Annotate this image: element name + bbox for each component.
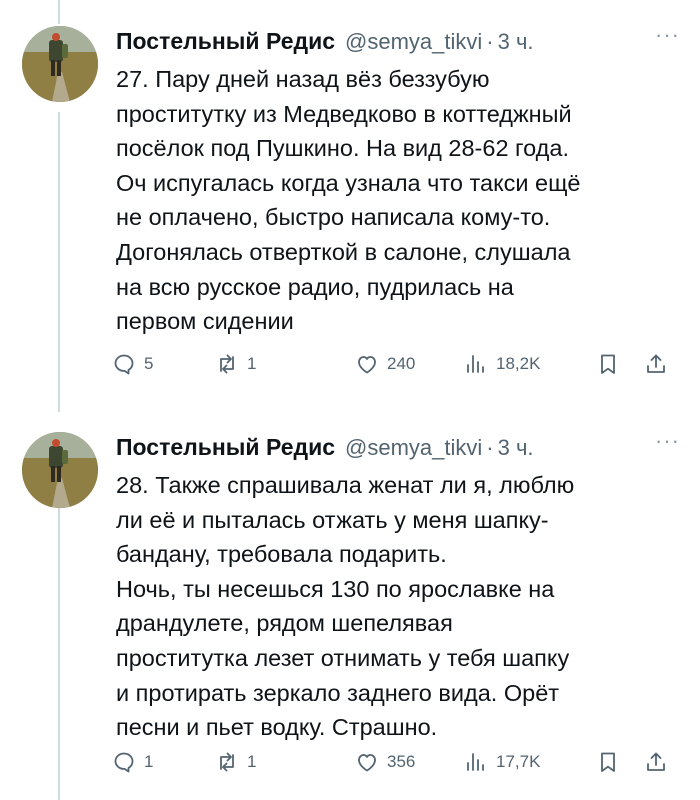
reply-icon xyxy=(114,354,134,375)
text-line: драндулете, рядом шепелявая xyxy=(116,610,453,637)
avatar[interactable] xyxy=(22,432,98,508)
bookmark-icon xyxy=(601,752,615,772)
timestamp[interactable]: 3 ч. xyxy=(498,435,534,461)
tweet-text: 27. Пару дней назад вёз беззубую простит… xyxy=(116,62,682,339)
views-count: 18,2K xyxy=(496,354,541,373)
retweet-button[interactable]: 1 xyxy=(215,745,256,779)
retweet-icon xyxy=(220,752,234,772)
author-handle[interactable]: @semya_tikvi xyxy=(345,29,482,55)
like-count: 356 xyxy=(387,752,416,771)
tweet-text: 28. Также спрашивала женат ли я, люблю л… xyxy=(116,468,682,745)
text-line: не оплачено, быстро написала кому-то. xyxy=(116,204,551,231)
tweet-header: Постельный Редис @semya_tikvi · 3 ч. xyxy=(116,434,676,464)
text-line: проститутка лезет отнимать у тебя шапку xyxy=(116,644,570,671)
text-line: Оч испугалась когда узнала что такси ещё xyxy=(116,169,581,196)
text-line: бандану, требовала подарить. xyxy=(116,541,447,568)
views-button[interactable]: 18,2K xyxy=(464,347,540,381)
like-count: 240 xyxy=(387,354,416,373)
retweet-button[interactable]: 1 xyxy=(215,347,256,381)
reply-count: 1 xyxy=(144,752,154,771)
reply-button[interactable]: 1 xyxy=(112,745,153,779)
timestamp[interactable]: 3 ч. xyxy=(498,29,534,55)
views-count: 17,7K xyxy=(496,752,541,771)
header-separator: · xyxy=(486,435,494,460)
text-line: на всю русское радио, пудрилась на xyxy=(116,273,514,300)
retweet-icon xyxy=(220,354,234,374)
text-line: 27. Пару дней назад вёз беззубую xyxy=(116,66,490,92)
like-button[interactable]: 240 xyxy=(355,347,415,381)
bookmark-button[interactable] xyxy=(596,347,620,381)
retweet-count: 1 xyxy=(247,752,257,771)
reply-count: 5 xyxy=(144,354,154,373)
text-line: песни и пьет водку. Страшно. xyxy=(116,714,438,741)
action-bar: 1 1 356 17,7K xyxy=(112,745,682,779)
text-line: посёлок под Пушкино. На вид 28-62 года. xyxy=(116,135,569,162)
share-icon xyxy=(647,752,665,771)
thread-line-bottom xyxy=(58,502,60,800)
text-line: и протирать зеркало заднего вида. Орёт xyxy=(116,679,560,706)
reply-icon xyxy=(114,752,134,773)
share-button[interactable] xyxy=(644,745,668,779)
more-options-icon[interactable]: ··· xyxy=(655,22,680,48)
author-name[interactable]: Постельный Редис xyxy=(116,434,335,461)
author-handle[interactable]: @semya_tikvi xyxy=(345,435,482,461)
views-icon xyxy=(467,355,484,373)
thread-line-middle xyxy=(58,112,60,412)
bookmark-button[interactable] xyxy=(596,745,620,779)
avatar-photo xyxy=(22,26,98,102)
text-line: Догонялась отверткой в салоне, слушала xyxy=(116,238,571,265)
views-button[interactable]: 17,7K xyxy=(464,745,540,779)
text-line: первом сидении xyxy=(116,308,294,335)
retweet-count: 1 xyxy=(247,354,257,373)
header-separator: · xyxy=(486,29,494,54)
text-line: проститутку из Медведково в коттеджный xyxy=(116,100,572,127)
heart-icon xyxy=(358,356,376,374)
author-name[interactable]: Постельный Редис xyxy=(116,28,335,55)
action-bar: 5 1 240 18,2K xyxy=(112,347,682,381)
tweet-header: Постельный Редис @semya_tikvi · 3 ч. xyxy=(116,28,676,58)
text-line: Ночь, ты несешься 130 по ярославке на xyxy=(116,575,555,602)
thread-line-top xyxy=(58,0,60,24)
more-options-icon[interactable]: ··· xyxy=(655,428,680,454)
text-line: 28. Также спрашивала женат ли я, люблю xyxy=(116,472,575,498)
share-button[interactable] xyxy=(644,347,668,381)
heart-icon xyxy=(358,754,376,772)
views-icon xyxy=(467,753,484,771)
avatar[interactable] xyxy=(22,26,98,102)
avatar-photo xyxy=(22,432,98,508)
text-line: ли её и пыталась отжать у меня шапку- xyxy=(116,506,549,533)
like-button[interactable]: 356 xyxy=(355,745,415,779)
reply-button[interactable]: 5 xyxy=(112,347,153,381)
bookmark-icon xyxy=(601,354,615,374)
share-icon xyxy=(647,354,665,373)
